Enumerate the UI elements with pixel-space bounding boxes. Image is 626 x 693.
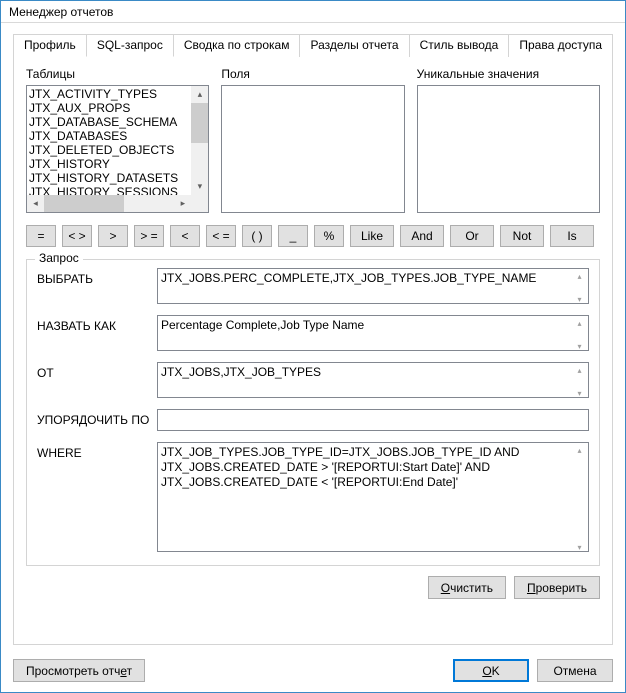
select-label: ВЫБРАТЬ [37, 268, 157, 286]
op-gt[interactable]: > [98, 225, 128, 247]
op-and[interactable]: And [400, 225, 444, 247]
scroll-thumb[interactable] [44, 195, 124, 212]
scroll-track[interactable] [44, 195, 174, 212]
tab-access[interactable]: Права доступа [508, 34, 613, 57]
op-percent[interactable]: % [314, 225, 344, 247]
from-input[interactable] [157, 362, 589, 398]
tables-list-inner: JTX_ACTIVITY_TYPES JTX_AUX_PROPS JTX_DAT… [27, 86, 208, 200]
list-item[interactable]: JTX_DATABASES [29, 129, 206, 143]
op-like[interactable]: Like [350, 225, 394, 247]
list-item[interactable]: JTX_DELETED_OBJECTS [29, 143, 206, 157]
query-fieldset: Запрос ВЫБРАТЬ ▴ ▾ НАЗВАТЬ КАК [26, 259, 600, 566]
orderby-label: УПОРЯДОЧИТЬ ПО [37, 409, 157, 427]
op-underscore[interactable]: _ [278, 225, 308, 247]
list-item[interactable]: JTX_HISTORY [29, 157, 206, 171]
query-legend: Запрос [35, 251, 83, 265]
fields-column: Поля [221, 67, 404, 213]
tables-column: Таблицы JTX_ACTIVITY_TYPES JTX_AUX_PROPS… [26, 67, 209, 213]
op-lt[interactable]: < [170, 225, 200, 247]
alias-input[interactable] [157, 315, 589, 351]
op-is[interactable]: Is [550, 225, 594, 247]
from-label: ОТ [37, 362, 157, 380]
scroll-up-icon[interactable]: ▴ [191, 86, 208, 103]
alias-label: НАЗВАТЬ КАК [37, 315, 157, 333]
unique-listbox[interactable] [417, 85, 600, 213]
operator-row: = < > > > = < < = ( ) _ % Like And Or No… [26, 225, 600, 247]
query-action-row: Очистить Проверить [26, 576, 600, 599]
op-paren[interactable]: ( ) [242, 225, 272, 247]
dialog-content: Профиль SQL-запрос Сводка по строкам Раз… [1, 23, 625, 653]
where-input[interactable] [157, 442, 589, 552]
top-row: Таблицы JTX_ACTIVITY_TYPES JTX_AUX_PROPS… [26, 67, 600, 213]
tab-bar: Профиль SQL-запрос Сводка по строкам Раз… [13, 33, 613, 57]
clear-button[interactable]: Очистить [428, 576, 506, 599]
tab-panel-sql: Таблицы JTX_ACTIVITY_TYPES JTX_AUX_PROPS… [13, 57, 613, 645]
fields-label: Поля [221, 67, 404, 81]
list-item[interactable]: JTX_DATABASE_SCHEMA [29, 115, 206, 129]
tables-label: Таблицы [26, 67, 209, 81]
titlebar: Менеджер отчетов [1, 1, 625, 23]
op-le[interactable]: < = [206, 225, 236, 247]
report-manager-dialog: Менеджер отчетов Профиль SQL-запрос Свод… [0, 0, 626, 693]
select-input[interactable] [157, 268, 589, 304]
window-title: Менеджер отчетов [9, 5, 113, 19]
list-item[interactable]: JTX_AUX_PROPS [29, 101, 206, 115]
cancel-button[interactable]: Отмена [537, 659, 613, 682]
scroll-corner [191, 195, 208, 212]
unique-column: Уникальные значения [417, 67, 600, 213]
op-ne[interactable]: < > [62, 225, 92, 247]
list-item[interactable]: JTX_ACTIVITY_TYPES [29, 87, 206, 101]
tab-summary[interactable]: Сводка по строкам [173, 34, 301, 57]
op-not[interactable]: Not [500, 225, 544, 247]
op-ge[interactable]: > = [134, 225, 164, 247]
unique-label: Уникальные значения [417, 67, 600, 81]
list-item[interactable]: JTX_HISTORY_DATASETS [29, 171, 206, 185]
validate-button[interactable]: Проверить [514, 576, 600, 599]
scroll-thumb[interactable] [191, 103, 208, 143]
where-label: WHERE [37, 442, 157, 460]
tab-style[interactable]: Стиль вывода [409, 34, 510, 57]
op-or[interactable]: Or [450, 225, 494, 247]
scroll-left-icon[interactable]: ◂ [27, 195, 44, 212]
orderby-input[interactable] [157, 409, 589, 431]
op-eq[interactable]: = [26, 225, 56, 247]
scroll-track[interactable] [191, 103, 208, 178]
ok-button[interactable]: OK [453, 659, 529, 682]
tab-sql[interactable]: SQL-запрос [86, 34, 174, 57]
horizontal-scrollbar[interactable]: ◂ ▸ [27, 195, 191, 212]
scroll-right-icon[interactable]: ▸ [174, 195, 191, 212]
vertical-scrollbar[interactable]: ▴ ▾ [191, 86, 208, 195]
tab-sections[interactable]: Разделы отчета [299, 34, 409, 57]
dialog-footer: Просмотреть отчет OK Отмена [1, 653, 625, 692]
preview-button[interactable]: Просмотреть отчет [13, 659, 145, 682]
fields-listbox[interactable] [221, 85, 404, 213]
scroll-down-icon[interactable]: ▾ [191, 178, 208, 195]
tables-listbox[interactable]: JTX_ACTIVITY_TYPES JTX_AUX_PROPS JTX_DAT… [26, 85, 209, 213]
tab-profile[interactable]: Профиль [13, 34, 87, 57]
